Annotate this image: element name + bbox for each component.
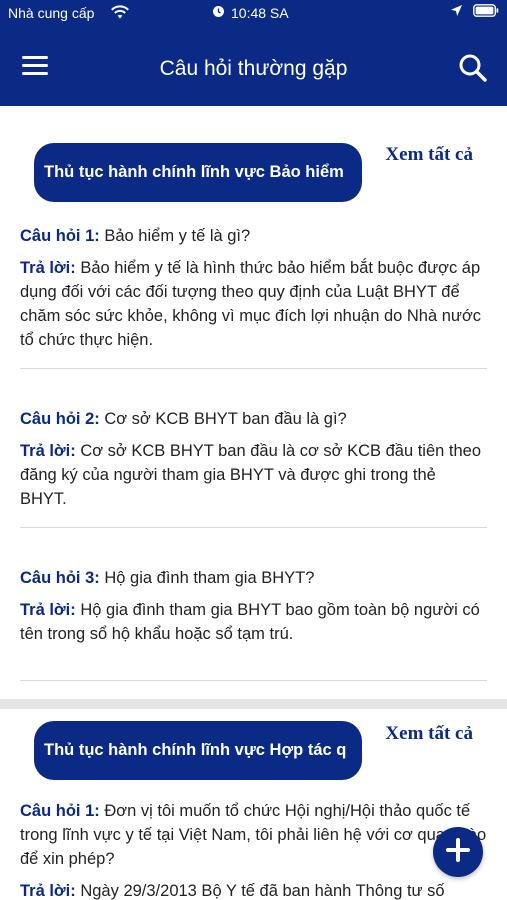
section-divider xyxy=(0,699,507,709)
page-title: Câu hỏi thường gặp xyxy=(159,57,348,80)
status-clock: 10:48 SA xyxy=(212,5,289,21)
question-text: Bảo hiểm y tế là gì? xyxy=(104,227,251,245)
answer-label: Trả lời: xyxy=(20,882,76,900)
faq-section-insurance: Thủ tục hành chính lĩnh vực Bảo hiểm Xem… xyxy=(0,106,507,681)
plus-icon xyxy=(444,836,472,869)
section-header: Thủ tục hành chính lĩnh vực Bảo hiểm Xem… xyxy=(20,106,487,206)
alarm-icon xyxy=(212,5,225,21)
carrier-name: Nhà cung cấp xyxy=(8,5,95,21)
section-title[interactable]: Thủ tục hành chính lĩnh vực Bảo hiểm xyxy=(34,143,362,202)
battery-icon xyxy=(473,4,499,20)
faq-item[interactable]: Câu hỏi 2: Cơ sở KCB BHYT ban đầu là gì?… xyxy=(20,369,487,528)
status-right xyxy=(450,4,499,20)
faq-item[interactable]: Câu hỏi 1: Bảo hiểm y tế là gì? Trả lời:… xyxy=(20,206,487,369)
faq-question: Câu hỏi 3: Hộ gia đình tham gia BHYT? xyxy=(20,566,487,590)
question-label: Câu hỏi 1: xyxy=(20,227,100,245)
faq-content[interactable]: Thủ tục hành chính lĩnh vực Bảo hiểm Xem… xyxy=(0,106,507,900)
faq-question: Câu hỏi 1: Đơn vị tôi muốn tổ chức Hội n… xyxy=(20,799,487,871)
wifi-icon xyxy=(110,4,130,23)
see-all-link[interactable]: Xem tất cả xyxy=(385,723,473,745)
answer-text: Bảo hiểm y tế là hình thức bảo hiểm bắt … xyxy=(20,259,482,349)
section-title[interactable]: Thủ tục hành chính lĩnh vực Hợp tác q xyxy=(34,721,362,780)
faq-answer: Trả lời: Ngày 29/3/2013 Bộ Y tế đã ban h… xyxy=(20,879,487,900)
answer-text: Hộ gia đình tham gia BHYT bao gồm toàn b… xyxy=(20,601,480,643)
see-all-link[interactable]: Xem tất cả xyxy=(385,144,473,166)
answer-label: Trả lời: xyxy=(20,442,76,460)
nav-bar: Câu hỏi thường gặp xyxy=(0,26,507,106)
question-label: Câu hỏi 1: xyxy=(20,802,100,820)
faq-answer: Trả lời: Bảo hiểm y tế là hình thức bảo … xyxy=(20,256,487,352)
question-text: Hộ gia đình tham gia BHYT? xyxy=(104,569,315,587)
location-arrow-icon xyxy=(450,4,463,20)
answer-label: Trả lời: xyxy=(20,601,76,619)
search-icon[interactable] xyxy=(457,52,489,84)
answer-text: Cơ sở KCB BHYT ban đầu là cơ sở KCB đầu … xyxy=(20,442,482,508)
answer-label: Trả lời: xyxy=(20,259,76,277)
add-button[interactable] xyxy=(433,827,483,877)
question-label: Câu hỏi 3: xyxy=(20,569,100,587)
section-header: Thủ tục hành chính lĩnh vực Hợp tác q Xe… xyxy=(20,709,487,799)
faq-section-cooperation: Thủ tục hành chính lĩnh vực Hợp tác q Xe… xyxy=(0,709,507,900)
status-bar: Nhà cung cấp 10:48 SA xyxy=(0,0,507,26)
status-time: 10:48 SA xyxy=(231,5,289,21)
faq-question: Câu hỏi 2: Cơ sở KCB BHYT ban đầu là gì? xyxy=(20,407,487,431)
question-label: Câu hỏi 2: xyxy=(20,410,100,428)
faq-answer: Trả lời: Cơ sở KCB BHYT ban đầu là cơ sở… xyxy=(20,439,487,511)
faq-item[interactable]: Câu hỏi 1: Đơn vị tôi muốn tổ chức Hội n… xyxy=(20,799,487,900)
question-text: Cơ sở KCB BHYT ban đầu là gì? xyxy=(104,410,347,428)
faq-question: Câu hỏi 1: Bảo hiểm y tế là gì? xyxy=(20,224,487,248)
answer-text: Ngày 29/3/2013 Bộ Y tế đã ban hành Thông… xyxy=(80,882,445,900)
faq-answer: Trả lời: Hộ gia đình tham gia BHYT bao g… xyxy=(20,598,487,646)
faq-item[interactable]: Câu hỏi 3: Hộ gia đình tham gia BHYT? Tr… xyxy=(20,528,487,681)
